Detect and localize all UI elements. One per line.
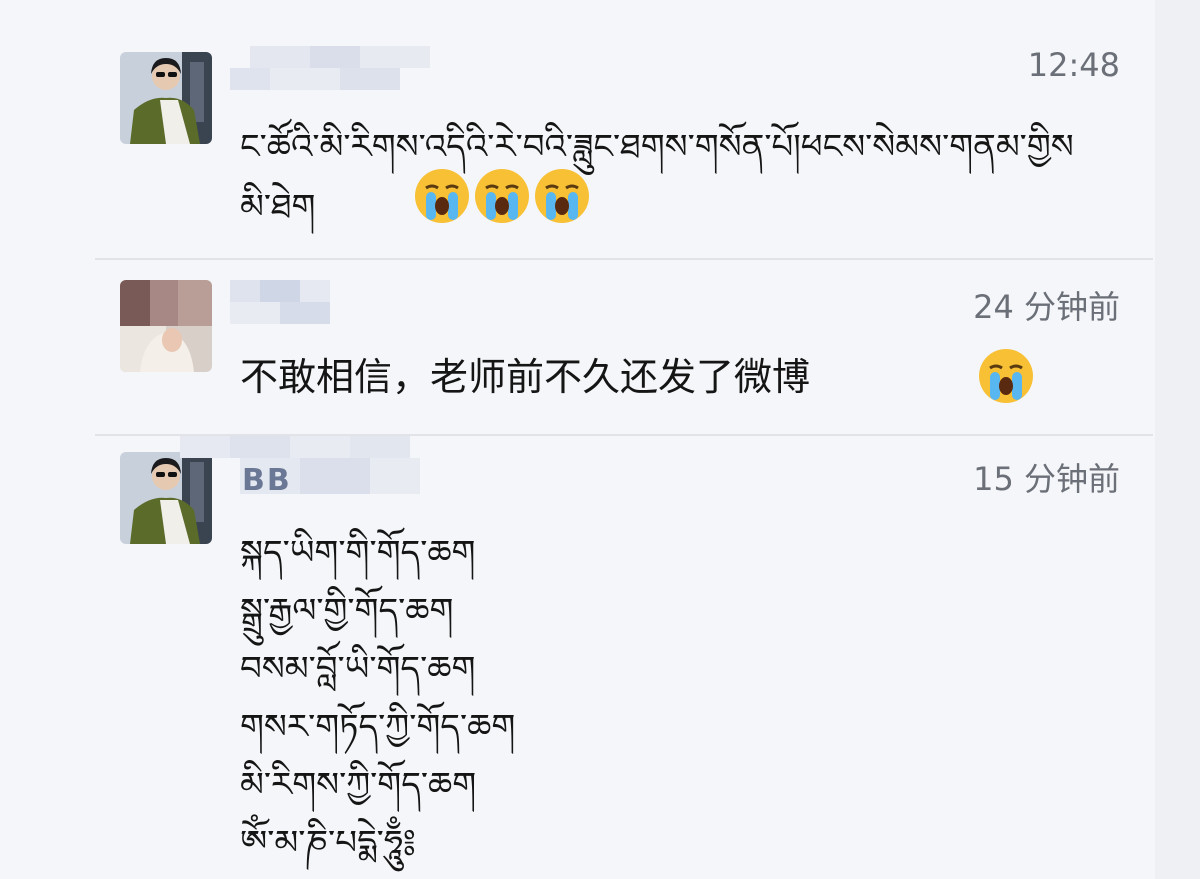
comment-time: 15 分钟前 [973,460,1120,498]
username[interactable] [230,46,440,90]
avatar[interactable] [120,52,212,144]
comment-item: 12:48 ང་ཚོའི་མི་རིགས་འདིའི་རེ་བའི་ཟླུང་ཐ… [0,0,1200,260]
comment-text-line: གསར་གཏོད་ཀྱི་གོད་ཆག [240,707,516,747]
comment-time: 12:48 [1027,46,1120,84]
right-edge-panel [1155,0,1200,879]
comment-item: 24 分钟前 不敢相信，老师前不久还发了微博 [0,260,1200,434]
username[interactable]: BB [180,436,440,494]
crying-face-icon [475,169,529,223]
comment-time: 24 分钟前 [973,288,1120,326]
comment-text-line: བསམ་བློ་ཡི་གོད་ཆག [240,649,476,689]
crying-face-icon [415,169,469,223]
comment-item: BB 15 分钟前 སྐད་ཡིག་གི་གོད་ཆག སྒྲུ་རྒྱལ་གྱ… [0,436,1200,879]
emoji-row [976,346,1036,406]
avatar[interactable] [120,280,212,372]
username[interactable] [230,280,340,324]
comment-text-line: ང་ཚོའི་མི་རིགས་འདིའི་རེ་བའི་ཟླུང་ཐགས་གསོ… [240,127,1074,167]
comment-text-line: སྒྲུ་རྒྱལ་གྱི་གོད་ཆག [240,591,454,631]
comment-text-line: མི་ཐེག [240,187,316,227]
crying-face-icon [535,169,589,223]
comment-text-line: ཨོཾ་མ་ཎི་པདྨེ་ཧཱུྃ༔ [240,823,416,863]
comment-text-line: མི་རིགས་ཀྱི་གོད་ཆག [240,765,477,805]
comment-text-line: སྐད་ཡིག་གི་གོད་ཆག [240,533,476,573]
comment-feed: 12:48 ང་ཚོའི་མི་རིགས་འདིའི་རེ་བའི་ཟླུང་ཐ… [0,0,1200,879]
comment-text-line: 不敢相信，老师前不久还发了微博 [240,355,811,399]
crying-face-icon [979,349,1033,403]
emoji-row [412,166,592,226]
